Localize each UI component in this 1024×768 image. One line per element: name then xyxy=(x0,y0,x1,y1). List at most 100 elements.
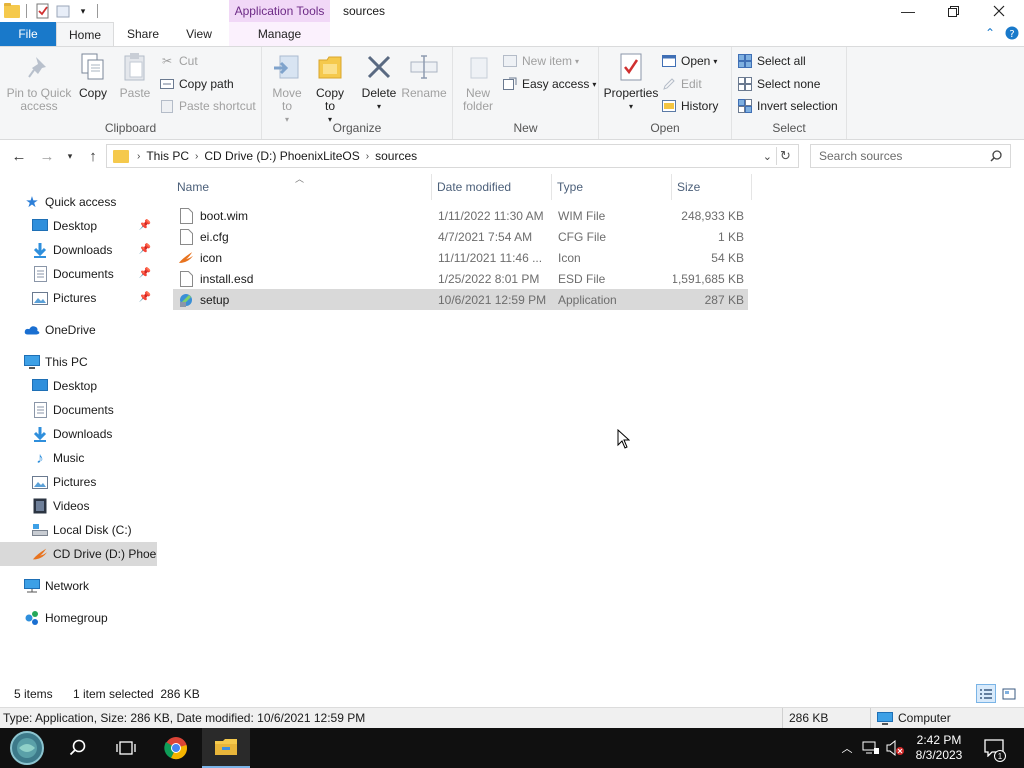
help-icon[interactable]: ? xyxy=(1005,26,1019,43)
large-icons-view-button[interactable] xyxy=(999,684,1019,703)
up-button[interactable]: ↑ xyxy=(82,145,104,167)
volume-muted-icon[interactable] xyxy=(884,728,906,768)
column-header-size[interactable]: Size xyxy=(673,174,752,200)
properties-large-icon xyxy=(615,51,647,83)
file-row[interactable]: install.esd 1/25/2022 8:01 PM ESD File 1… xyxy=(173,268,748,289)
file-row-selected[interactable]: setup 10/6/2021 12:59 PM Application 287… xyxy=(173,289,748,310)
nav-network[interactable]: Network xyxy=(0,574,157,598)
nav-homegroup[interactable]: Homegroup xyxy=(0,606,157,630)
nav-onedrive[interactable]: OneDrive xyxy=(0,318,157,342)
tab-view[interactable]: View xyxy=(172,22,226,46)
action-center-button[interactable]: 1 xyxy=(980,728,1008,768)
nav-this-pc[interactable]: This PC xyxy=(0,350,157,374)
start-button[interactable] xyxy=(3,728,51,768)
restore-button[interactable] xyxy=(930,0,976,22)
new-item-label: New item xyxy=(522,54,573,68)
select-all-button[interactable]: Select all xyxy=(738,51,806,71)
tab-share[interactable]: Share xyxy=(114,22,172,46)
nav-pc-videos[interactable]: Videos xyxy=(0,494,157,518)
nav-pc-documents[interactable]: Documents xyxy=(0,398,157,422)
tab-home[interactable]: Home xyxy=(56,22,114,46)
select-none-button[interactable]: Select none xyxy=(738,74,820,94)
address-bar[interactable]: › This PC › CD Drive (D:) PhoenixLiteOS … xyxy=(106,144,799,168)
column-header-type[interactable]: Type xyxy=(553,174,672,200)
breadcrumb-sources[interactable]: sources xyxy=(375,149,417,163)
select-group-label: Select xyxy=(772,121,806,135)
rename-button[interactable]: Rename xyxy=(401,51,447,100)
file-row[interactable]: ei.cfg 4/7/2021 7:54 AM CFG File 1 KB xyxy=(173,226,748,247)
column-header-date-modified[interactable]: Date modified xyxy=(433,174,552,200)
pin-icon[interactable]: 📌 xyxy=(139,244,151,255)
file-type: Application xyxy=(558,292,617,307)
search-button[interactable] xyxy=(54,728,102,768)
pin-icon[interactable]: 📌 xyxy=(139,268,151,279)
nav-qa-pictures[interactable]: Pictures 📌 xyxy=(0,286,157,310)
nav-qa-downloads[interactable]: Downloads 📌 xyxy=(0,238,157,262)
edit-button[interactable]: Edit xyxy=(662,74,702,94)
nav-cd-drive[interactable]: CD Drive (D:) Phoer xyxy=(0,542,157,566)
details-view-button[interactable] xyxy=(976,684,996,703)
move-to-button[interactable]: Move to ▾ xyxy=(268,51,306,126)
copy-to-button[interactable]: Copy to ▾ xyxy=(312,51,348,126)
nav-quick-access[interactable]: ★ Quick access xyxy=(0,190,157,214)
history-button[interactable]: History xyxy=(662,96,718,116)
nav-local-disk-label: Local Disk (C:) xyxy=(53,523,132,537)
task-view-button[interactable] xyxy=(102,728,150,768)
invert-selection-button[interactable]: Invert selection xyxy=(738,96,838,116)
nav-pc-desktop[interactable]: Desktop xyxy=(0,374,157,398)
properties-button[interactable]: Properties ▾ xyxy=(604,51,658,113)
open-button[interactable]: Open ▾ xyxy=(662,51,717,71)
file-row[interactable]: boot.wim 1/11/2022 11:30 AM WIM File 248… xyxy=(173,205,748,226)
new-folder-button[interactable]: New folder xyxy=(461,51,495,113)
file-row[interactable]: icon 11/11/2021 11:46 ... Icon 54 KB xyxy=(173,247,748,268)
delete-button[interactable]: Delete ▾ xyxy=(360,51,398,113)
nav-pc-music[interactable]: ♪ Music xyxy=(0,446,157,470)
show-hidden-icons-button[interactable]: ︿ xyxy=(838,728,856,768)
pin-icon[interactable]: 📌 xyxy=(139,292,151,303)
refresh-icon[interactable]: ↻ xyxy=(776,147,794,165)
pin-to-quick-access-button[interactable]: Pin to Quick access xyxy=(4,51,74,113)
tab-manage[interactable]: Manage xyxy=(229,22,330,46)
computer-icon xyxy=(877,711,893,725)
close-button[interactable] xyxy=(976,0,1022,22)
new-folder-icon[interactable] xyxy=(55,3,71,19)
forward-button[interactable]: → xyxy=(36,145,58,167)
search-placeholder: Search sources xyxy=(819,149,903,163)
copy-button[interactable]: Copy xyxy=(76,51,110,100)
pin-icon[interactable]: 📌 xyxy=(139,220,151,231)
minimize-button[interactable]: — xyxy=(885,0,931,22)
move-to-label: Move to xyxy=(272,86,302,113)
address-dropdown-icon[interactable]: ⌄ xyxy=(763,150,772,163)
open-label: Open xyxy=(681,54,711,68)
search-input[interactable]: Search sources xyxy=(810,144,1011,168)
nav-cd-drive-label: CD Drive (D:) Phoer xyxy=(53,547,157,561)
paste-shortcut-button[interactable]: Paste shortcut xyxy=(160,96,256,116)
column-header-name[interactable]: Name xyxy=(173,174,432,200)
chrome-taskbar-button[interactable] xyxy=(152,728,200,768)
minimize-ribbon-icon[interactable]: ⌃ xyxy=(985,26,995,40)
clock[interactable]: 2:42 PM 8/3/2023 xyxy=(910,728,968,768)
details-divider xyxy=(782,708,783,729)
recent-locations-button[interactable]: ▾ xyxy=(62,145,78,167)
nav-local-disk[interactable]: Local Disk (C:) xyxy=(0,518,157,542)
nav-pc-pictures[interactable]: Pictures xyxy=(0,470,157,494)
network-tray-icon[interactable] xyxy=(860,728,882,768)
breadcrumb-cd-drive[interactable]: CD Drive (D:) PhoenixLiteOS xyxy=(204,149,359,163)
copy-path-button[interactable]: Copy path xyxy=(160,74,234,94)
file-explorer-taskbar-button[interactable] xyxy=(202,728,250,768)
easy-access-button[interactable]: Easy access ▾ xyxy=(503,74,596,94)
address-row: ← → ▾ ↑ › This PC › CD Drive (D:) Phoeni… xyxy=(0,141,1024,171)
new-item-button[interactable]: New item ▾ xyxy=(503,51,579,71)
folder-icon xyxy=(4,3,20,19)
customize-qat-icon[interactable]: ▾ xyxy=(75,3,91,19)
tab-file[interactable]: File xyxy=(0,22,56,46)
nav-qa-desktop[interactable]: Desktop 📌 xyxy=(0,214,157,238)
paste-button[interactable]: Paste xyxy=(118,51,152,100)
properties-icon[interactable] xyxy=(35,3,51,19)
back-button[interactable]: ← xyxy=(8,145,30,167)
nav-qa-documents[interactable]: Documents 📌 xyxy=(0,262,157,286)
delete-x-icon xyxy=(363,51,395,83)
nav-pc-downloads[interactable]: Downloads xyxy=(0,422,157,446)
breadcrumb-this-pc[interactable]: This PC xyxy=(146,149,189,163)
cut-button[interactable]: ✂ Cut xyxy=(160,51,198,71)
